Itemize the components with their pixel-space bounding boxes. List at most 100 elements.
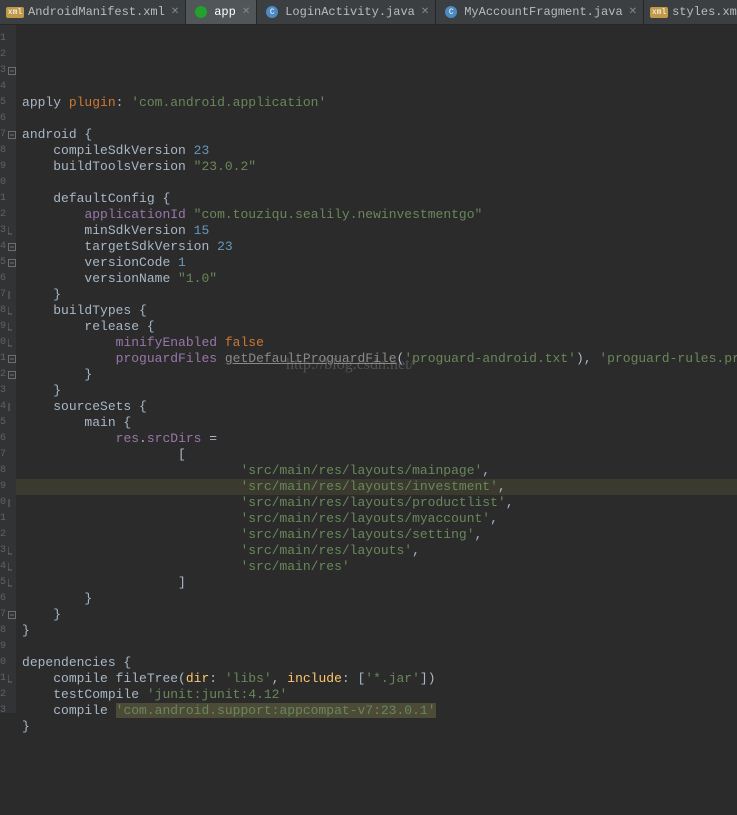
- close-tab-icon[interactable]: ✕: [242, 6, 250, 18]
- xml-file-icon: xml: [650, 7, 668, 18]
- fold-marker-icon[interactable]: [8, 255, 16, 271]
- code-line[interactable]: sourceSets {: [22, 399, 737, 415]
- code-line[interactable]: 'src/main/res/layouts/mainpage',: [22, 463, 737, 479]
- code-line[interactable]: release {: [22, 319, 737, 335]
- code-line[interactable]: versionName "1.0": [22, 271, 737, 287]
- java-file-icon: C: [266, 6, 278, 18]
- close-tab-icon[interactable]: ✕: [171, 6, 179, 18]
- close-tab-icon[interactable]: ✕: [421, 6, 429, 18]
- line-number: 1: [0, 511, 8, 527]
- line-number: 8: [0, 463, 8, 479]
- fold-marker-icon[interactable]: [8, 127, 16, 143]
- line-number: 3: [0, 63, 8, 79]
- code-line[interactable]: }: [22, 623, 737, 639]
- code-line[interactable]: res.srcDirs =: [22, 431, 737, 447]
- code-line[interactable]: main {: [22, 415, 737, 431]
- line-number: 7: [0, 287, 8, 303]
- code-line[interactable]: }: [22, 591, 737, 607]
- line-number: 4: [0, 79, 8, 95]
- code-line[interactable]: 'src/main/res/layouts/myaccount',: [22, 511, 737, 527]
- code-line[interactable]: compile fileTree(dir: 'libs', include: […: [22, 671, 737, 687]
- code-line[interactable]: applicationId "com.touziqu.sealily.newin…: [22, 207, 737, 223]
- code-line[interactable]: [22, 175, 737, 191]
- intention-bulb-icon[interactable]: [0, 544, 1, 558]
- code-line[interactable]: apply plugin: 'com.android.application': [22, 95, 737, 111]
- code-line[interactable]: dependencies {: [22, 655, 737, 671]
- fold-marker-icon[interactable]: [8, 495, 16, 511]
- fold-marker-icon[interactable]: [8, 367, 16, 383]
- code-line[interactable]: }: [22, 367, 737, 383]
- fold-marker-icon[interactable]: [8, 223, 16, 239]
- java-file-icon: C: [445, 6, 457, 18]
- code-line[interactable]: testCompile 'junit:junit:4.12': [22, 687, 737, 703]
- line-number: 4: [0, 399, 8, 415]
- line-number: 5: [0, 575, 8, 591]
- code-line[interactable]: defaultConfig {: [22, 191, 737, 207]
- line-number: 8: [0, 143, 8, 159]
- code-line[interactable]: 'src/main/res/layouts/productlist',: [22, 495, 737, 511]
- tab-androidmanifest-xml[interactable]: xmlAndroidManifest.xml✕: [0, 0, 186, 24]
- code-line[interactable]: [: [22, 447, 737, 463]
- fold-marker-icon[interactable]: [8, 319, 16, 335]
- code-line[interactable]: }: [22, 383, 737, 399]
- line-number: 0: [0, 175, 8, 191]
- line-number: 3: [0, 703, 8, 719]
- code-line[interactable]: minifyEnabled false: [22, 335, 737, 351]
- fold-column[interactable]: [8, 25, 16, 713]
- code-line[interactable]: proguardFiles getDefaultProguardFile('pr…: [22, 351, 737, 367]
- fold-marker-icon[interactable]: [8, 303, 16, 319]
- code-line[interactable]: 'src/main/res/layouts/investment',: [22, 479, 737, 495]
- code-editor[interactable]: http://blog.csdn.net/ apply plugin: 'com…: [16, 25, 737, 713]
- fold-marker-icon[interactable]: [8, 335, 16, 351]
- fold-marker-icon[interactable]: [8, 607, 16, 623]
- line-number: 3: [0, 383, 8, 399]
- fold-marker-icon[interactable]: [8, 351, 16, 367]
- code-line[interactable]: versionCode 1: [22, 255, 737, 271]
- fold-marker-icon[interactable]: [8, 671, 16, 687]
- code-line[interactable]: buildTypes {: [22, 303, 737, 319]
- code-line[interactable]: [22, 735, 737, 751]
- code-line[interactable]: [22, 111, 737, 127]
- gradle-file-icon: [195, 6, 207, 18]
- fold-marker-icon[interactable]: [8, 287, 16, 303]
- code-line[interactable]: compile 'com.android.support:appcompat-v…: [22, 703, 737, 719]
- code-line[interactable]: }: [22, 607, 737, 623]
- fold-marker-icon[interactable]: [8, 63, 16, 79]
- code-line[interactable]: targetSdkVersion 23: [22, 239, 737, 255]
- xml-file-icon: xml: [6, 7, 24, 18]
- code-line[interactable]: buildToolsVersion "23.0.2": [22, 159, 737, 175]
- line-number: 2: [0, 527, 8, 543]
- code-line[interactable]: [22, 751, 737, 767]
- line-number: 1: [0, 31, 8, 47]
- fold-marker-icon[interactable]: [8, 575, 16, 591]
- code-line[interactable]: compileSdkVersion 23: [22, 143, 737, 159]
- fold-marker-icon[interactable]: [8, 543, 16, 559]
- line-number: 0: [0, 495, 8, 511]
- close-tab-icon[interactable]: ✕: [629, 6, 637, 18]
- code-line[interactable]: }: [22, 287, 737, 303]
- line-number: 6: [0, 431, 8, 447]
- tab-label: MyAccountFragment.java: [464, 5, 622, 19]
- line-number: 5: [0, 415, 8, 431]
- code-line[interactable]: android {: [22, 127, 737, 143]
- code-line[interactable]: [22, 639, 737, 655]
- code-line[interactable]: }: [22, 719, 737, 735]
- fold-marker-icon[interactable]: [8, 399, 16, 415]
- tab-label: LoginActivity.java: [285, 5, 415, 19]
- tab-app[interactable]: app✕: [186, 0, 257, 24]
- tab-styles-xml[interactable]: xmlstyles.xml✕: [644, 0, 737, 24]
- code-line[interactable]: ]: [22, 575, 737, 591]
- code-line[interactable]: minSdkVersion 15: [22, 223, 737, 239]
- tab-loginactivity-java[interactable]: C LoginActivity.java ✕: [257, 0, 436, 24]
- code-line[interactable]: 'src/main/res/layouts',: [22, 543, 737, 559]
- code-line[interactable]: [22, 767, 737, 783]
- line-number: 8: [0, 623, 8, 639]
- tab-myaccountfragment-java[interactable]: C MyAccountFragment.java ✕: [436, 0, 644, 24]
- line-number: 3: [0, 543, 8, 559]
- code-line[interactable]: 'src/main/res/layouts/setting',: [22, 527, 737, 543]
- line-number-gutter: 1234567890123456789012345678901234567890…: [0, 25, 8, 713]
- line-number: 2: [0, 47, 8, 63]
- fold-marker-icon[interactable]: [8, 559, 16, 575]
- fold-marker-icon[interactable]: [8, 239, 16, 255]
- code-line[interactable]: 'src/main/res': [22, 559, 737, 575]
